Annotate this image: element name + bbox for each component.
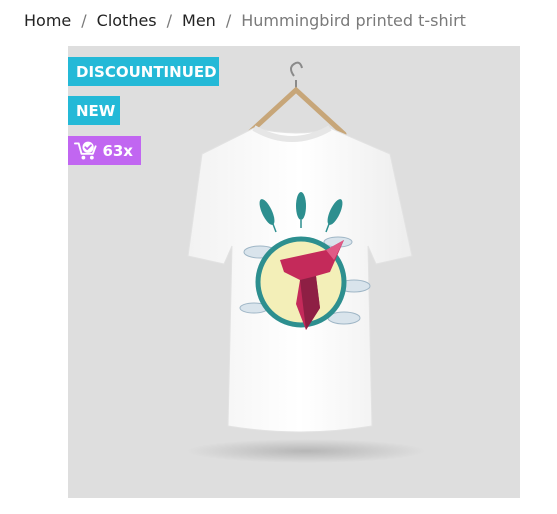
- sold-count-label: 63x: [102, 141, 133, 160]
- tshirt-hummingbird-image: [186, 61, 426, 463]
- breadcrumb: Home / Clothes / Men / Hummingbird print…: [24, 9, 466, 31]
- breadcrumb-clothes-link[interactable]: Clothes: [97, 11, 157, 30]
- product-cover-image[interactable]: [68, 46, 520, 498]
- breadcrumb-separator: /: [81, 10, 87, 30]
- discontinued-badge: DISCOUNTINUED: [68, 57, 219, 86]
- breadcrumb-separator: /: [225, 10, 232, 30]
- breadcrumb-separator: /: [166, 10, 173, 30]
- breadcrumb-men-link[interactable]: Men: [182, 11, 216, 30]
- sold-count-badge: 63x: [68, 136, 141, 165]
- breadcrumb-home-link[interactable]: Home: [24, 11, 71, 30]
- cart-check-icon: [74, 141, 97, 159]
- breadcrumb-current: Hummingbird printed t-shirt: [241, 10, 466, 30]
- new-badge: NEW: [68, 96, 120, 125]
